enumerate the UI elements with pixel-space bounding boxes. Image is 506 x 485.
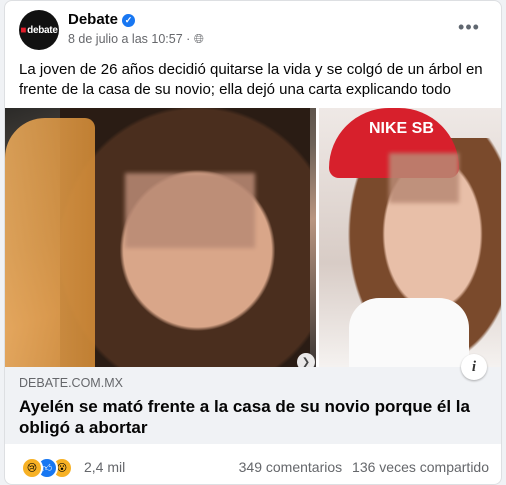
link-domain: DEBATE.COM.MX (19, 376, 123, 390)
comments-count[interactable]: 349 comentarios (239, 459, 343, 475)
sad-emoji: 😢︎ (21, 457, 43, 479)
post-footer: 😢︎ 👍︎ 😮︎ 2,4 mil 349 comentarios 136 vec… (5, 444, 501, 484)
cap-logo: NIKE SB (369, 120, 434, 137)
page-name[interactable]: Debate ✓ (68, 11, 136, 28)
page-avatar[interactable]: ■ debate (19, 10, 59, 50)
chevron-right-icon[interactable]: ❯ (297, 353, 315, 367)
more-options-icon[interactable]: ••• (455, 13, 483, 41)
link-preview[interactable]: DEBATE.COM.MX Ayelén se mató frente a la… (5, 367, 501, 444)
post-body: La joven de 26 años decidió quitarse la … (19, 61, 483, 98)
photo-right-shirt (349, 298, 469, 367)
photo-right[interactable]: NIKE SB (319, 108, 501, 367)
engagement-stats: 349 comentarios 136 veces compartido (239, 459, 489, 475)
photo-left-hood (5, 118, 95, 367)
info-icon[interactable]: i (461, 354, 487, 380)
photo-left[interactable]: ❯ (5, 108, 316, 367)
blurred-eyes-left (125, 173, 255, 248)
post-meta: 8 de julio a las 10:57 · 🌐︎ (68, 32, 204, 47)
avatar-text: debate (27, 24, 58, 36)
meta-separator: · (186, 32, 191, 46)
post-header: ■ debate Debate ✓ 8 de julio a las 10:57 ·… (19, 9, 491, 51)
post-card: ■ debate Debate ✓ 8 de julio a las 10:57 ·… (4, 0, 502, 485)
globe-icon: 🌐︎ (193, 32, 204, 46)
timestamp[interactable]: 8 de julio a las 10:57 (68, 32, 183, 46)
shares-count[interactable]: 136 veces compartido (352, 459, 489, 475)
blurred-eyes-right (389, 153, 459, 203)
link-headline[interactable]: Ayelén se mató frente a la casa de su no… (19, 396, 489, 438)
reaction-count[interactable]: 2,4 mil (84, 459, 125, 475)
avatar-dot: ■ (20, 24, 27, 36)
verified-badge-icon: ✓ (122, 14, 136, 27)
page-name-text[interactable]: Debate (68, 11, 118, 28)
